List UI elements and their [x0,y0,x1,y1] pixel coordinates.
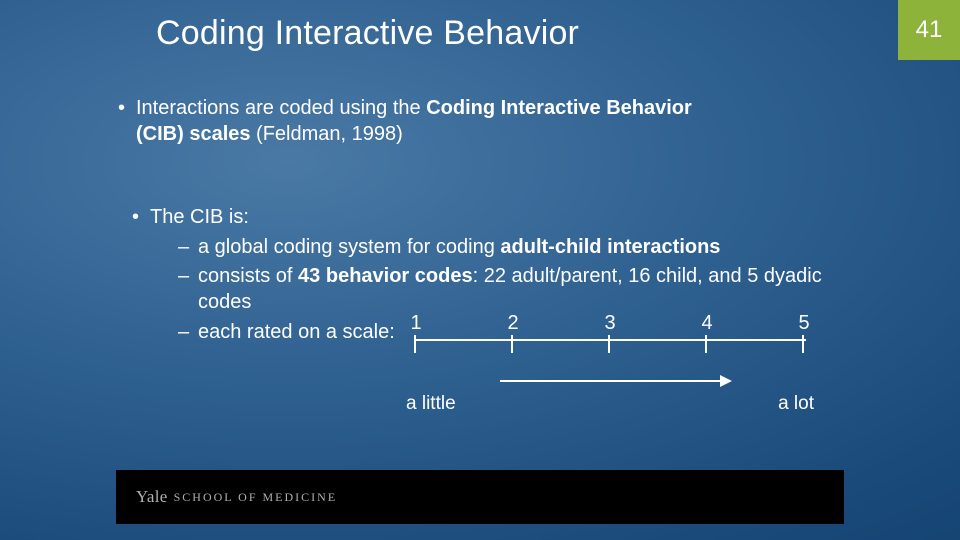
scale-tick: 3 [600,312,620,335]
scale-high-anchor: a lot [778,393,814,415]
text-bold: 43 behavior codes [298,265,473,287]
footer-brand: Yale [136,487,168,507]
scale-axis-line [414,339,806,341]
scale-tick: 1 [406,312,426,335]
scale-tick-mark [511,335,513,353]
slide-title: Coding Interactive Behavior [156,14,579,53]
scale-tick-labels: 1 2 3 4 5 [400,312,820,335]
text-bold: adult-child interactions [500,236,720,258]
scale-tick: 4 [697,312,717,335]
page-number-badge: 41 [898,0,960,60]
text: The CIB is: [150,206,249,228]
text: a global coding system for coding [198,236,500,258]
slide-body: Interactions are coded using the Coding … [118,96,860,345]
footer-subtitle: SCHOOL OF MEDICINE [174,490,338,505]
scale-tick-mark [414,335,416,353]
scale-tick-mark [802,335,804,353]
text: Interactions are coded using the [136,97,426,119]
bullet-level1: Interactions are coded using the Coding … [118,96,738,147]
scale-direction-arrow-icon [500,380,730,382]
bullet-level2: a global coding system for coding adult-… [178,235,858,261]
footer-bar: Yale SCHOOL OF MEDICINE [116,470,844,524]
slide: Coding Interactive Behavior 41 Interacti… [0,0,960,540]
text: consists of [198,265,298,287]
text: each rated on a scale: [198,321,395,343]
page-number: 41 [916,16,943,44]
scale-tick-mark [705,335,707,353]
text: (Feldman, 1998) [251,123,403,145]
scale-low-anchor: a little [406,393,456,415]
scale-tick-mark [608,335,610,353]
rating-scale-diagram: 1 2 3 4 5 a little a lot [400,312,820,415]
scale-axis [400,337,820,363]
scale-tick: 5 [794,312,814,335]
scale-anchor-labels: a little a lot [400,393,820,415]
bullet-level1: The CIB is: [132,205,860,231]
bullet-level2: consists of 43 behavior codes: 22 adult/… [178,264,858,315]
scale-tick: 2 [503,312,523,335]
